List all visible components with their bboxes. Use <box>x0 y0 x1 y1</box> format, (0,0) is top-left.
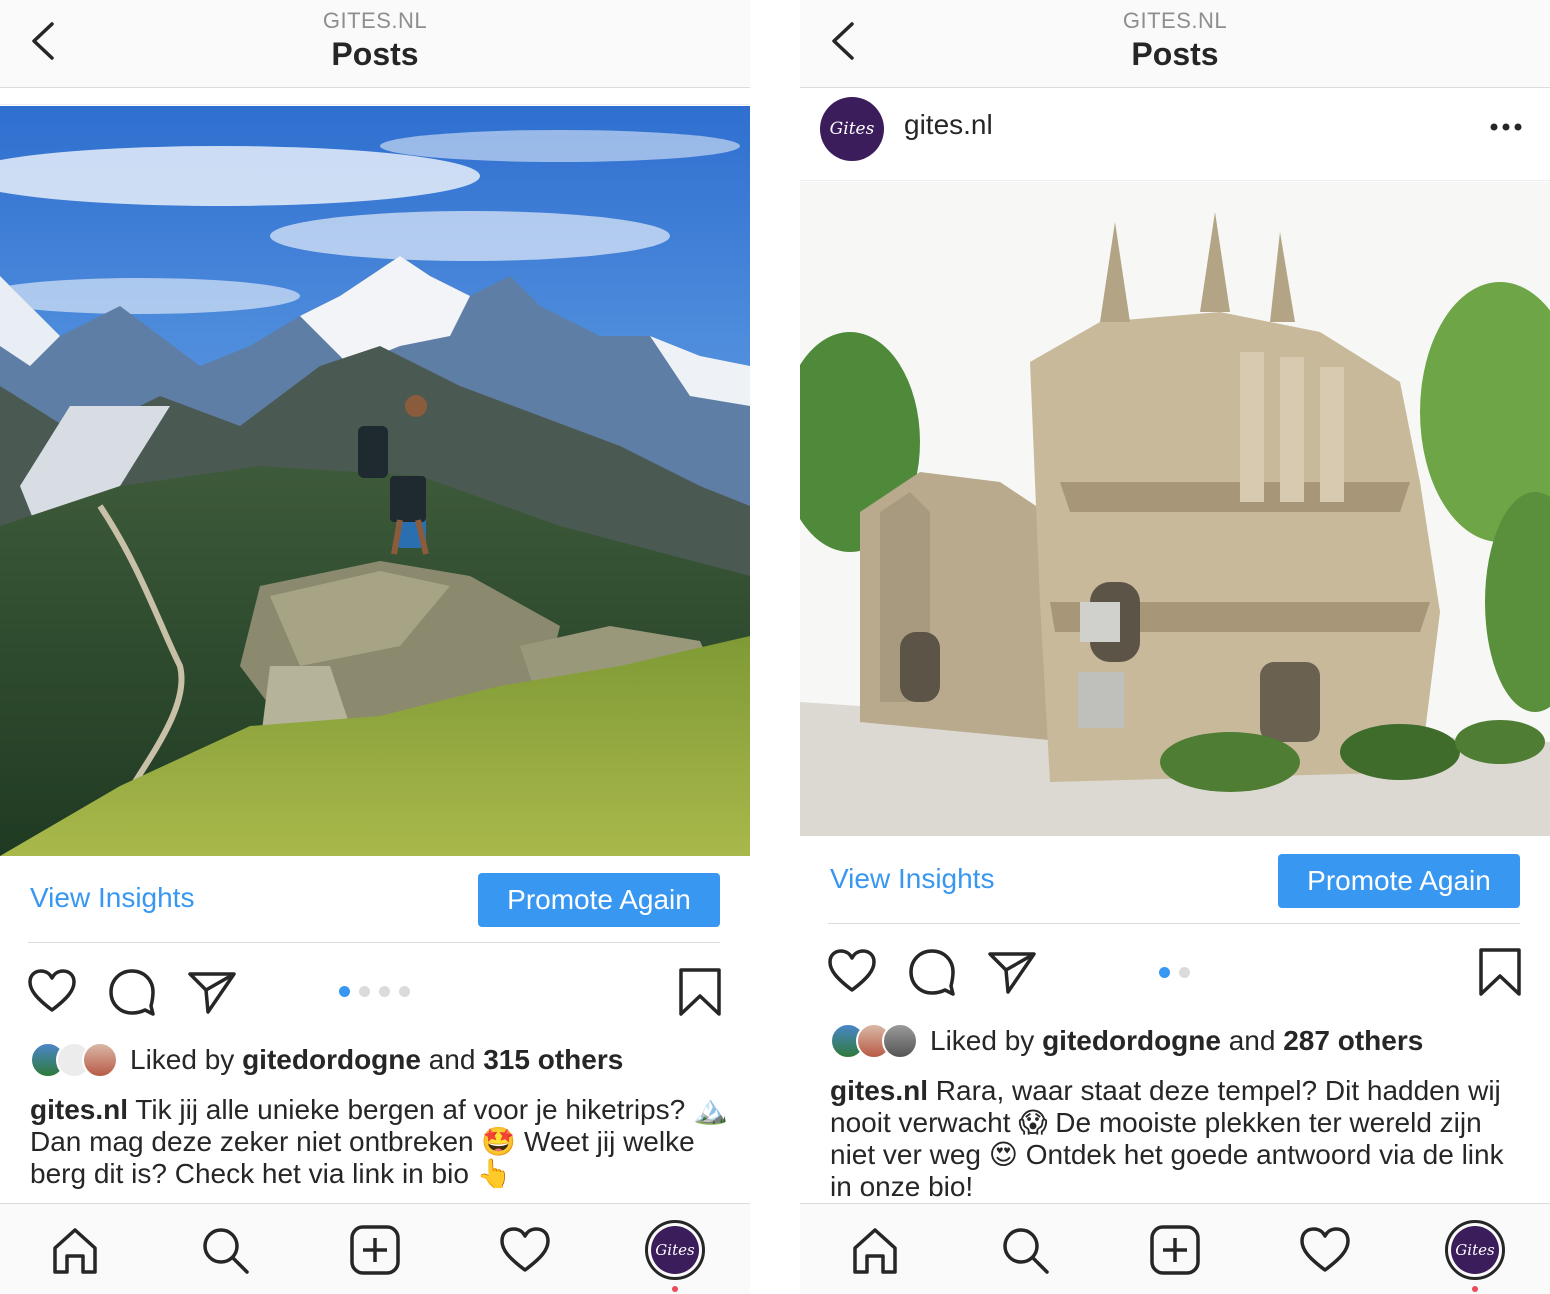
view-insights-link[interactable]: View Insights <box>830 863 994 895</box>
account-name: GITES.NL <box>322 8 428 33</box>
avatar[interactable]: Gites <box>820 97 884 161</box>
carousel-dot <box>399 986 410 997</box>
tab-bar: Gites <box>0 1203 750 1294</box>
share-send-icon[interactable] <box>186 966 238 1018</box>
liker-username[interactable]: gitedordogne <box>242 1044 421 1075</box>
carousel-dot <box>1179 967 1190 978</box>
heart-icon[interactable] <box>826 946 878 998</box>
likes-count[interactable]: 315 others <box>483 1044 623 1075</box>
post-header: Gites gites.nl <box>800 89 1550 181</box>
likes-count[interactable]: 287 others <box>1283 1025 1423 1056</box>
divider <box>828 923 1520 924</box>
notification-dot <box>672 1286 678 1292</box>
likes-summary[interactable]: Liked by gitedordogne and 287 others <box>930 1025 1423 1057</box>
avatar-text: Gites <box>829 119 875 139</box>
screen-right: GITES.NL Posts Gites gites.nl View Insig… <box>800 0 1550 1294</box>
caption-username[interactable]: gites.nl <box>30 1094 128 1125</box>
profile-avatar-text: Gites <box>1455 1241 1495 1259</box>
liker-avatar <box>82 1042 118 1078</box>
carousel-dot-active <box>1159 967 1170 978</box>
comment-icon[interactable] <box>106 966 158 1018</box>
caption-username[interactable]: gites.nl <box>830 1075 928 1106</box>
post-caption: gites.nl Tik jij alle unieke bergen af v… <box>30 1094 730 1190</box>
liker-avatar <box>882 1023 918 1059</box>
likes-conj: and <box>1228 1025 1276 1056</box>
likes-prefix: Liked by <box>130 1044 235 1075</box>
profile-avatar[interactable]: Gites <box>1445 1220 1505 1280</box>
caption-text: Tik jij alle unieke bergen af voor je hi… <box>30 1094 728 1189</box>
bookmark-icon[interactable] <box>1474 946 1526 998</box>
profile-avatar-text: Gites <box>655 1241 695 1259</box>
home-icon[interactable] <box>847 1222 903 1278</box>
likes-prefix: Liked by <box>930 1025 1035 1056</box>
header: GITES.NL Posts <box>0 0 750 88</box>
carousel-dot <box>359 986 370 997</box>
new-post-icon[interactable] <box>347 1222 403 1278</box>
promote-again-button[interactable]: Promote Again <box>478 873 720 927</box>
likes-conj: and <box>428 1044 476 1075</box>
post-photo-palace[interactable] <box>800 182 1550 836</box>
view-insights-link[interactable]: View Insights <box>30 882 194 914</box>
search-icon[interactable] <box>997 1222 1053 1278</box>
activity-heart-icon[interactable] <box>1297 1222 1353 1278</box>
heart-icon[interactable] <box>26 966 78 1018</box>
search-icon[interactable] <box>197 1222 253 1278</box>
post-caption: gites.nl Rara, waar staat deze tempel? D… <box>830 1075 1530 1203</box>
carousel-dot-active <box>339 986 350 997</box>
more-horizontal-icon[interactable] <box>1486 117 1526 137</box>
post-username[interactable]: gites.nl <box>904 109 993 141</box>
promote-again-button[interactable]: Promote Again <box>1278 854 1520 908</box>
notification-dot <box>1472 1286 1478 1292</box>
activity-heart-icon[interactable] <box>497 1222 553 1278</box>
header: GITES.NL Posts <box>800 0 1550 88</box>
share-send-icon[interactable] <box>986 946 1038 998</box>
home-icon[interactable] <box>47 1222 103 1278</box>
tab-bar: Gites <box>800 1203 1550 1294</box>
profile-avatar[interactable]: Gites <box>645 1220 705 1280</box>
page-title: Posts <box>1131 36 1219 72</box>
carousel-dot <box>379 986 390 997</box>
post-photo-mountains[interactable] <box>0 106 750 856</box>
header-gap <box>0 88 750 105</box>
bookmark-icon[interactable] <box>674 966 726 1018</box>
liker-username[interactable]: gitedordogne <box>1042 1025 1221 1056</box>
divider <box>28 942 720 943</box>
account-name: GITES.NL <box>1122 8 1228 33</box>
page-title: Posts <box>331 36 419 72</box>
screen-left: GITES.NL Posts View Insights Promote Aga… <box>0 0 750 1294</box>
likes-summary[interactable]: Liked by gitedordogne and 315 others <box>130 1044 623 1076</box>
comment-icon[interactable] <box>906 946 958 998</box>
new-post-icon[interactable] <box>1147 1222 1203 1278</box>
caption-text: Rara, waar staat deze tempel? Dit hadden… <box>830 1075 1504 1202</box>
